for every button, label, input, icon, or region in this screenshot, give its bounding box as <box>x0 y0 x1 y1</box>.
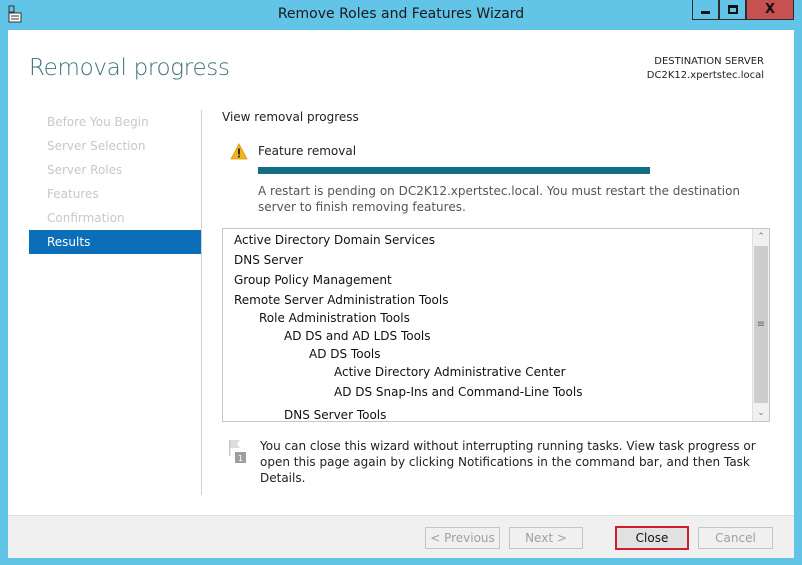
list-item: AD DS and AD LDS Tools <box>284 329 431 343</box>
destination-server-name: DC2K12.xpertstec.local <box>646 70 764 81</box>
warning-icon <box>230 143 248 160</box>
progress-fill <box>258 167 650 174</box>
removed-features-list[interactable]: Active Directory Domain Services DNS Serv… <box>222 228 770 422</box>
section-label: View removal progress <box>222 110 359 124</box>
list-item: AD DS Snap-Ins and Command-Line Tools <box>334 385 583 399</box>
minimize-icon <box>701 11 710 14</box>
list-item: DNS Server <box>234 253 303 267</box>
step-results[interactable]: Results <box>29 230 201 254</box>
list-item: Remote Server Administration Tools <box>234 293 449 307</box>
feature-removal-label: Feature removal <box>258 144 357 158</box>
destination-server-info: DESTINATION SERVER DC2K12.xpertstec.loca… <box>647 55 764 83</box>
window-close-button[interactable]: X <box>746 0 794 20</box>
close-icon: X <box>764 2 776 17</box>
minimize-button[interactable] <box>692 0 719 20</box>
wizard-footer: < Previous Next > Close Cancel <box>8 515 794 558</box>
list-item: Group Policy Management <box>234 273 392 287</box>
previous-button[interactable]: < Previous <box>425 527 500 549</box>
notification-flag-icon: 1 <box>229 440 246 463</box>
wizard-body: Removal progress DESTINATION SERVER DC2K… <box>8 30 794 515</box>
list-item: Active Directory Administrative Center <box>334 365 566 379</box>
scroll-up-arrow-icon[interactable]: ⌃ <box>753 229 769 245</box>
cancel-button[interactable]: Cancel <box>698 527 773 549</box>
restart-pending-message: A restart is pending on DC2K12.xpertstec… <box>258 184 741 214</box>
step-before-you-begin: Before You Begin <box>47 115 149 129</box>
step-features: Features <box>47 187 99 201</box>
sidebar-divider <box>201 110 202 495</box>
step-server-selection: Server Selection <box>47 139 146 153</box>
list-item: Role Administration Tools <box>259 311 410 325</box>
list-item: Active Directory Domain Services <box>234 233 436 247</box>
flag-badge-count: 1 <box>238 454 243 463</box>
scroll-thumb[interactable]: ≡ <box>754 246 768 403</box>
next-button[interactable]: Next > <box>509 527 583 549</box>
info-message: You can close this wizard without interr… <box>260 439 756 485</box>
list-item: DNS Server Tools <box>284 408 387 422</box>
step-server-roles: Server Roles <box>47 163 123 177</box>
step-confirmation: Confirmation <box>47 211 125 225</box>
maximize-button[interactable] <box>719 0 746 20</box>
destination-label: DESTINATION SERVER <box>654 56 764 67</box>
maximize-icon <box>727 5 738 14</box>
window-title: Remove Roles and Features Wizard <box>277 6 525 22</box>
removal-progress-bar <box>258 167 650 174</box>
page-title: Removal progress <box>29 55 230 81</box>
title-bar: Remove Roles and Features Wizard X <box>0 0 802 30</box>
scroll-down-arrow-icon[interactable]: ⌄ <box>753 405 769 421</box>
wizard-steps-nav: Before You Begin Server Selection Server… <box>29 110 201 254</box>
close-button[interactable]: Close <box>615 526 689 550</box>
list-scrollbar[interactable]: ⌃ ≡ ⌄ <box>752 229 769 421</box>
list-item: AD DS Tools <box>309 347 381 361</box>
